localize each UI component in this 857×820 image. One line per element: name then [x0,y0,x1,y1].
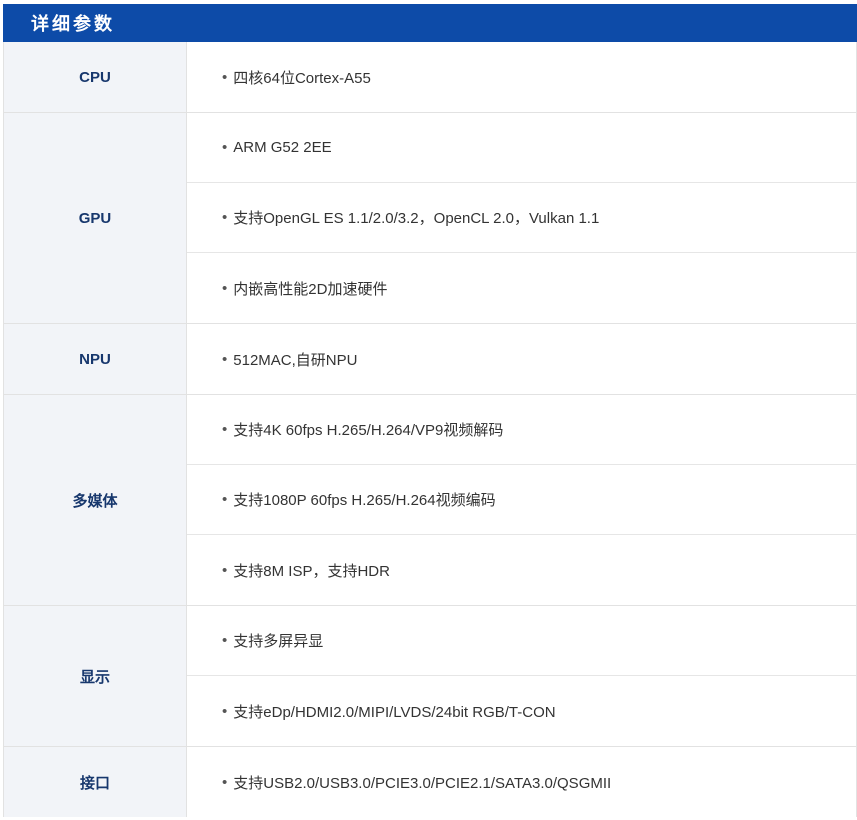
spec-value-item: • 支持OpenGL ES 1.1/2.0/3.2，OpenCL 2.0，Vulk… [187,183,856,253]
spec-row: 显示 • 支持多屏异显 • 支持eDp/HDMI2.0/MIPI/LVDS/24bit … [4,606,856,747]
spec-table: CPU • 四核64位Cortex-A55 GPU • ARM G52 2EE • 支持Ope… [3,42,857,817]
spec-label-cell: NPU [4,324,187,394]
spec-row: 接口 • 支持USB2.0/USB3.0/PCIE3.0/PCIE2.1/SATA3… [4,747,856,817]
spec-row: CPU • 四核64位Cortex-A55 [4,42,856,113]
bullet-icon: • [222,702,228,720]
spec-label: 显示 [79,668,110,686]
bullet-icon: • [222,279,228,297]
bullet-icon: • [222,139,228,156]
spec-row: NPU • 512MAC,自研NPU [4,324,856,395]
spec-value-item: • 支持多屏异显 [187,606,856,676]
spec-value-list: • 支持4K 60fps H.265/H.264/VP9视频解码 • 支持1080P … [187,395,856,605]
spec-label-cell: GPU [4,113,187,323]
spec-header: 详细参数 [3,4,857,42]
spec-value-list: • 支持多屏异显 • 支持eDp/HDMI2.0/MIPI/LVDS/24bit RG… [187,606,856,746]
spec-value-item: • 支持8M ISP，支持HDR [187,535,856,605]
bullet-icon: • [222,632,228,649]
spec-value-text: 支持8M ISP，支持HDR [233,562,390,580]
spec-value-item: • 支持4K 60fps H.265/H.264/VP9视频解码 [187,395,856,465]
spec-value-list: • ARM G52 2EE • 支持OpenGL ES 1.1/2.0/3.2，Ope… [187,113,856,323]
spec-value-text: 支持多屏异显 [233,633,324,650]
spec-label-cell: 接口 [4,747,187,817]
spec-panel: 详细参数 CPU • 四核64位Cortex-A55 GPU • ARM G52 2EE •… [3,4,857,817]
bullet-icon: • [222,773,228,791]
spec-label-cell: CPU [4,42,187,112]
spec-label: CPU [79,68,111,86]
spec-value-text: 支持4K 60fps H.265/H.264/VP9视频解码 [233,422,504,439]
spec-value-text: 内嵌高性能2D加速硬件 [233,280,388,298]
spec-value-list: • 四核64位Cortex-A55 [187,42,856,112]
spec-value-list: • 支持USB2.0/USB3.0/PCIE3.0/PCIE2.1/SATA3.0… [187,747,856,817]
spec-value-text: ARM G52 2EE [233,139,332,156]
spec-value-text: 四核64位Cortex-A55 [233,69,371,87]
spec-value-item: • ARM G52 2EE [187,113,856,183]
bullet-icon: • [222,491,228,508]
spec-label: GPU [78,209,112,227]
spec-value-text: 支持eDp/HDMI2.0/MIPI/LVDS/24bit RGB/T-CON [233,703,556,721]
bullet-icon: • [222,209,228,226]
spec-label: 多媒体 [72,492,118,510]
spec-value-text: 512MAC,自研NPU [233,351,358,369]
spec-value-text: 支持1080P 60fps H.265/H.264视频编码 [233,492,496,509]
spec-row: 多媒体 • 支持4K 60fps H.265/H.264/VP9视频解码 • 支持108… [4,395,856,606]
spec-title: 详细参数 [31,14,115,35]
spec-value-text: 支持OpenGL ES 1.1/2.0/3.2，OpenCL 2.0，Vulka… [233,210,600,227]
spec-label: NPU [79,350,111,368]
spec-value-list: • 512MAC,自研NPU [187,324,856,394]
spec-value-item: • 内嵌高性能2D加速硬件 [187,253,856,323]
spec-value-item: • 四核64位Cortex-A55 [187,42,856,112]
spec-row: GPU • ARM G52 2EE • 支持OpenGL ES 1.1/2.0/3.2，… [4,113,856,324]
spec-value-text: 支持USB2.0/USB3.0/PCIE3.0/PCIE2.1/SATA3.0/… [233,774,612,792]
spec-value-item: • 支持1080P 60fps H.265/H.264视频编码 [187,465,856,535]
spec-value-item: • 512MAC,自研NPU [187,324,856,394]
bullet-icon: • [222,421,228,438]
spec-label-cell: 显示 [4,606,187,746]
spec-value-item: • 支持USB2.0/USB3.0/PCIE3.0/PCIE2.1/SATA3.0… [187,747,856,817]
spec-value-item: • 支持eDp/HDMI2.0/MIPI/LVDS/24bit RGB/T-CON [187,676,856,746]
bullet-icon: • [222,561,228,579]
bullet-icon: • [222,68,228,86]
spec-label: 接口 [79,774,110,792]
bullet-icon: • [222,350,228,368]
spec-label-cell: 多媒体 [4,395,187,605]
